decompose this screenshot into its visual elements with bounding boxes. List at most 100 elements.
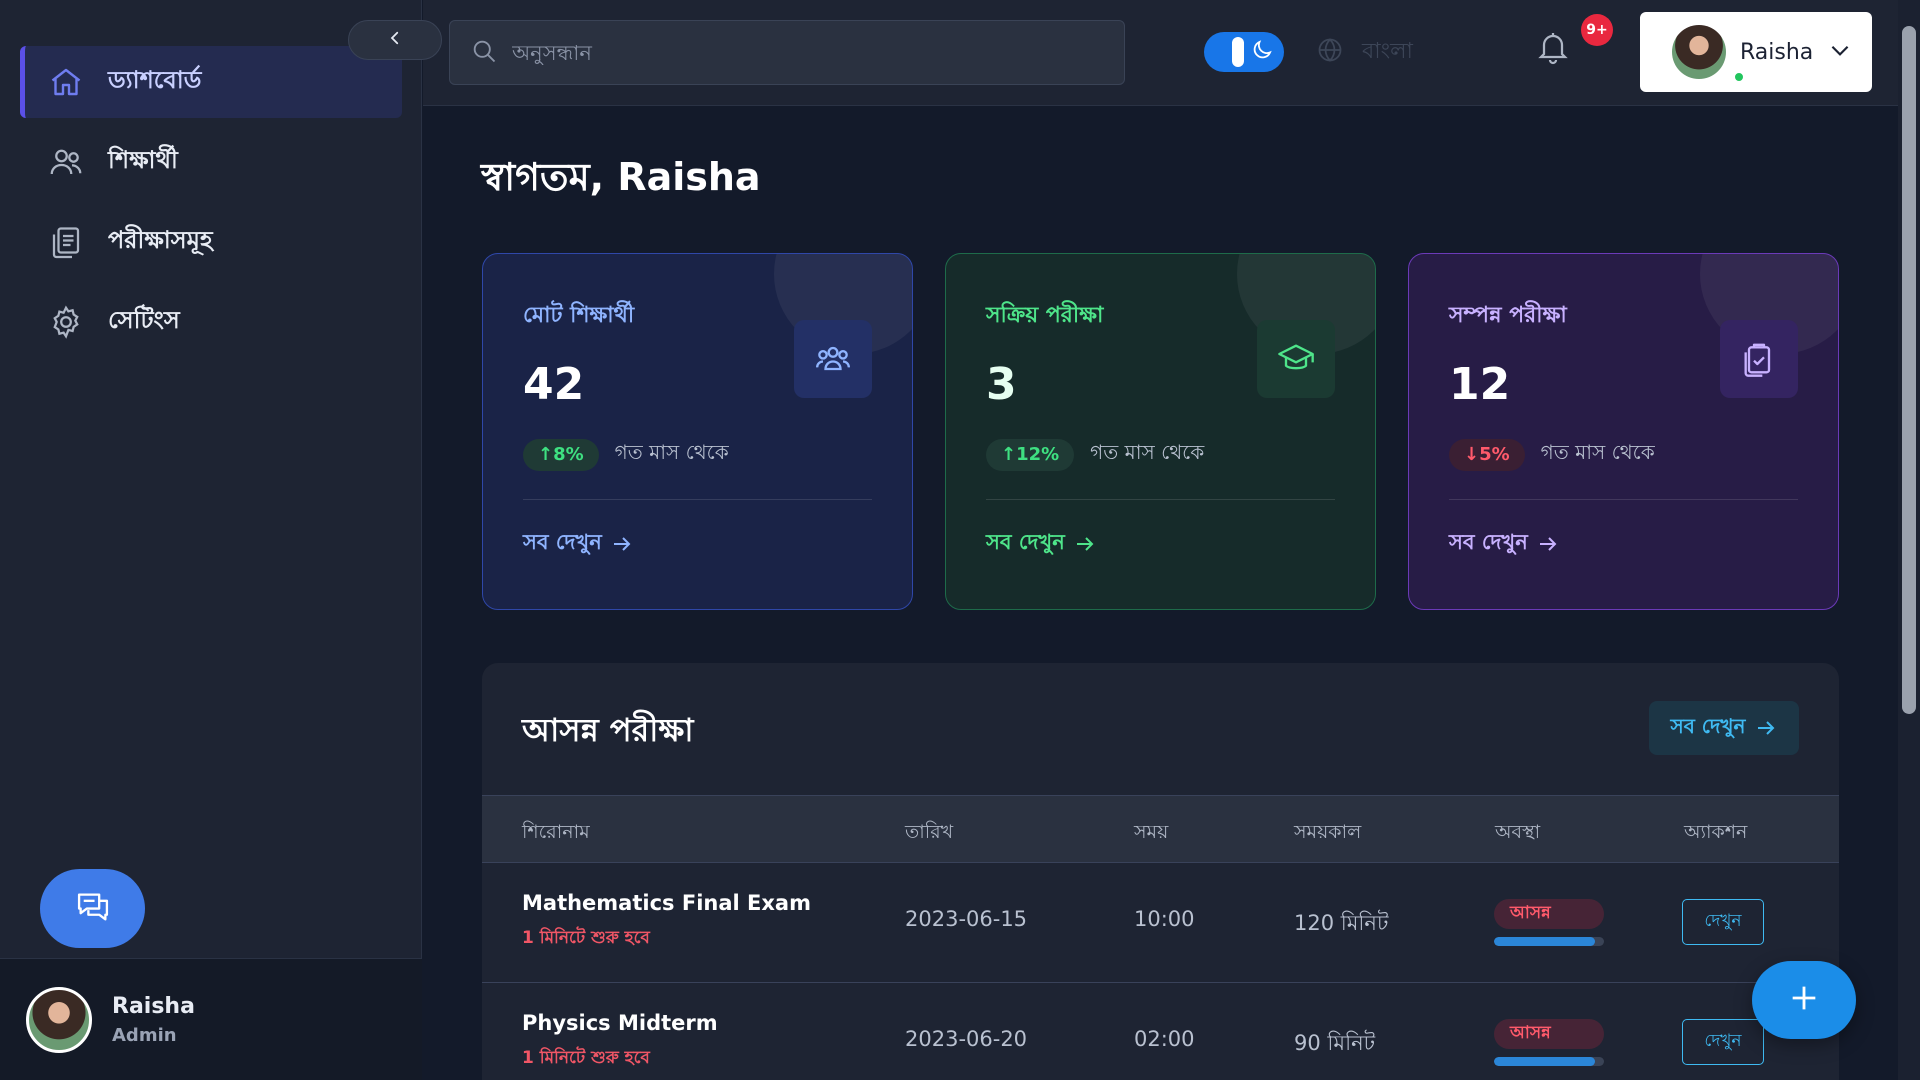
trend-caption: গত মাস থেকে [1090,440,1205,464]
trend-caption: গত মাস থেকে [1540,440,1655,464]
trend-caption: গত মাস থেকে [614,440,729,464]
user-name: Raisha [1740,39,1814,65]
search-box[interactable] [449,20,1125,85]
progress-fill [1494,1057,1596,1066]
sidebar-item-students[interactable]: শিক্ষার্থী [20,126,402,198]
user-role: Admin [112,1024,177,1046]
clipboard-check-icon [1720,320,1798,398]
view-all-link[interactable]: সব দেখুন [986,526,1335,561]
stat-card-active-exams: সক্রিয় পরীক্ষা 3 ↑12% গত মাস থেকে সব দে… [945,253,1376,610]
arrow-right-icon [1757,721,1774,735]
theme-toggle[interactable] [1204,32,1284,72]
sidebar-item-label: ড্যাশবোর্ড [108,66,202,94]
divider [523,499,872,500]
chat-button[interactable] [40,869,145,948]
table-header: শিরোনাম তারিখ সময় সময়কাল অবস্থা অ্যাকশ… [482,795,1839,863]
sidebar-nav: ড্যাশবোর্ড শিক্ষার্থী পরীক্ষাসমূহ সেটিংস [20,46,402,366]
link-label: সব দেখুন [986,530,1065,554]
collapse-sidebar-button[interactable] [348,20,442,60]
graduation-cap-icon [1257,320,1335,398]
link-label: সব দেখুন [523,530,602,554]
page-scrollbar[interactable] [1898,0,1920,1080]
upcoming-exams-panel: আসন্ন পরীক্ষা সব দেখুন শিরোনাম তারিখ সময… [482,663,1839,1080]
sidebar-item-exams[interactable]: পরীক্ষাসমূহ [20,206,402,278]
scrollbar-thumb[interactable] [1902,26,1916,714]
divider [1449,499,1798,500]
view-all-link[interactable]: সব দেখুন [523,526,872,561]
status-indicator: আসন্ন [1494,899,1604,946]
column-header-status: অবস্থা [1495,821,1541,843]
notifications-button[interactable] [1535,28,1571,72]
view-exam-button[interactable]: দেখুন [1682,1019,1764,1065]
bell-icon [1535,33,1571,72]
sidebar: ড্যাশবোর্ড শিক্ষার্থী পরীক্ষাসমূহ সেটিংস [0,0,422,1080]
chat-bubbles-icon [74,890,112,928]
exam-time: 02:00 [1134,1027,1195,1051]
link-label: সব দেখুন [1449,530,1528,554]
stat-card-completed-exams: সম্পন্ন পরীক্ষা 12 ↓5% গত মাস থেকে সব দে… [1408,253,1839,610]
sidebar-user-card[interactable]: Raisha Admin [0,958,422,1080]
search-input[interactable] [512,40,1092,65]
button-label: সব দেখুন [1670,713,1746,738]
exam-duration: 120 মিনিট [1294,911,1389,935]
sidebar-item-settings[interactable]: সেটিংস [20,286,402,358]
clipboard-list-icon [46,222,86,262]
arrow-right-icon [1539,536,1557,551]
toggle-knob [1232,37,1244,67]
view-exam-button[interactable]: দেখুন [1682,899,1764,945]
sidebar-item-label: পরীক্ষাসমূহ [108,226,213,254]
column-header-time: সময় [1134,821,1169,843]
exam-countdown: 1 মিনিটে শুরু হবে [522,1048,650,1068]
globe-icon [1316,36,1344,70]
status-progress-bar [1494,937,1604,946]
arrow-right-icon [1076,536,1094,551]
top-bar: বাংলা 9+ Raisha [423,0,1920,106]
sidebar-item-label: সেটিংস [108,306,180,334]
exam-title: Physics Midterm [522,1011,718,1035]
exam-duration: 90 মিনিট [1294,1031,1376,1055]
status-progress-bar [1494,1057,1604,1066]
status-badge: আসন্ন [1494,899,1604,929]
users-group-icon [794,320,872,398]
trend-badge: ↓5% [1449,438,1525,471]
view-all-link[interactable]: সব দেখুন [1449,526,1798,561]
exam-time: 10:00 [1134,907,1195,931]
stat-card-total-students: মোট শিক্ষার্থী 42 ↑8% গত মাস থেকে সব দেখ… [482,253,913,610]
users-icon [46,142,86,182]
arrow-right-icon [613,536,631,551]
column-header-action: অ্যাকশন [1684,821,1748,843]
language-switcher[interactable]: বাংলা [1316,34,1413,71]
avatar [26,986,92,1053]
progress-fill [1494,937,1596,946]
exam-title: Mathematics Final Exam [522,891,811,915]
trend-badge: ↑8% [523,438,599,471]
view-all-button[interactable]: সব দেখুন [1649,701,1799,755]
exam-countdown: 1 মিনিটে শুরু হবে [522,928,650,948]
home-icon [46,62,86,102]
section-title: আসন্ন পরীক্ষা [522,711,694,749]
gear-icon [46,302,86,342]
moon-icon [1250,38,1274,66]
chevron-down-icon [1827,37,1853,67]
add-button[interactable] [1752,961,1856,1039]
search-icon [470,37,498,69]
online-status-dot [1733,71,1745,83]
notification-badge: 9+ [1581,14,1613,46]
table-row: Physics Midterm 1 মিনিটে শুরু হবে 2023-0… [482,983,1839,1080]
status-badge: আসন্ন [1494,1019,1604,1049]
plus-icon [1787,981,1821,1019]
column-header-date: তারিখ [905,821,954,843]
user-menu-button[interactable]: Raisha [1640,12,1872,92]
column-header-title: শিরোনাম [522,821,590,843]
page-title: স্বাগতম, Raisha [481,155,761,199]
exam-date: 2023-06-20 [905,1027,1028,1051]
sidebar-item-label: শিক্ষার্থী [108,146,178,174]
sidebar-item-dashboard[interactable]: ড্যাশবোর্ড [20,46,402,118]
chevron-left-icon [386,29,404,51]
exam-date: 2023-06-15 [905,907,1028,931]
user-name: Raisha [112,993,195,1019]
table-row: Mathematics Final Exam 1 মিনিটে শুরু হবে… [482,863,1839,983]
column-header-duration: সময়কাল [1294,821,1362,843]
avatar [1672,25,1726,79]
status-indicator: আসন্ন [1494,1019,1604,1066]
